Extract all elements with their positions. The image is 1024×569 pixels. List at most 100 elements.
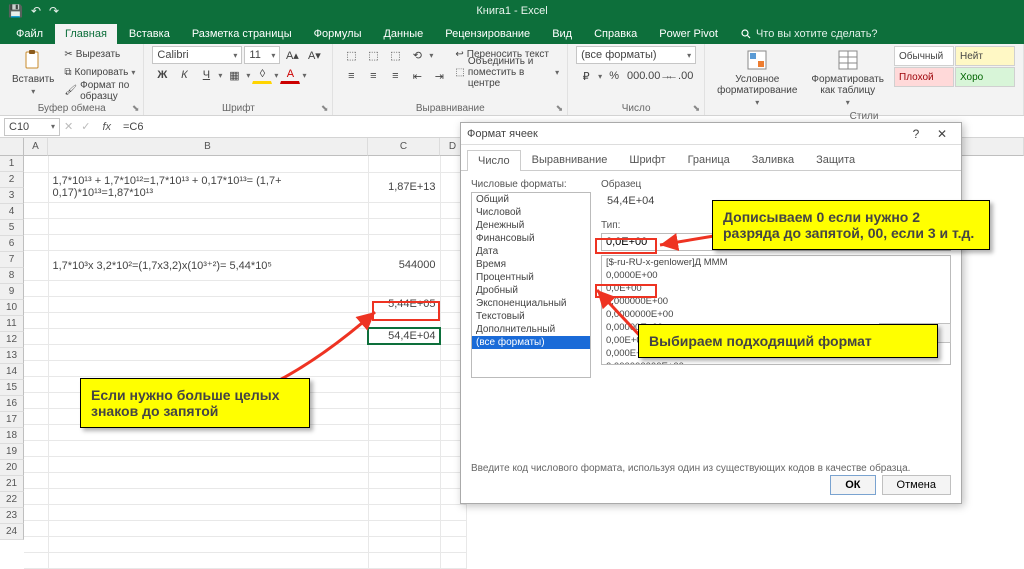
decrease-indent-icon[interactable]: ⇤ <box>407 67 427 85</box>
align-middle-icon[interactable]: ⬚ <box>363 46 383 64</box>
cell-B21[interactable] <box>48 504 368 520</box>
tab-home[interactable]: Главная <box>55 24 117 44</box>
select-all-corner[interactable] <box>0 138 24 156</box>
tab-powerpivot[interactable]: Power Pivot <box>649 24 728 44</box>
dialog-launcher-icon[interactable]: ⬊ <box>132 103 140 114</box>
cell-C24[interactable] <box>368 552 440 568</box>
cell-D24[interactable] <box>440 552 466 568</box>
format-as-table-button[interactable]: Форматировать как таблицу▾ <box>807 46 888 109</box>
help-icon[interactable]: ? <box>903 127 929 141</box>
cell-C21[interactable] <box>368 504 440 520</box>
cell-B5[interactable] <box>48 234 368 250</box>
cell-C11[interactable] <box>368 344 440 360</box>
category-item[interactable]: Финансовый <box>472 232 590 245</box>
cell-B1[interactable] <box>48 156 368 172</box>
cell-A6[interactable] <box>24 250 48 280</box>
cell-C6[interactable]: 544000 <box>368 250 440 280</box>
category-item[interactable]: Дата <box>472 245 590 258</box>
row-header[interactable]: 6 <box>0 236 24 252</box>
row-header[interactable]: 7 <box>0 252 24 268</box>
cell-A12[interactable] <box>24 360 48 376</box>
align-right-icon[interactable]: ≡ <box>385 67 405 85</box>
tab-view[interactable]: Вид <box>542 24 582 44</box>
cell-A15[interactable] <box>24 408 48 424</box>
cell-C10[interactable]: 54,4E+04 <box>368 328 440 344</box>
category-item[interactable]: Процентный <box>472 271 590 284</box>
ok-button[interactable]: ОК <box>830 475 875 495</box>
row-header[interactable]: 20 <box>0 460 24 476</box>
cell-B24[interactable] <box>48 552 368 568</box>
cell-A1[interactable] <box>24 156 48 172</box>
cancel-formula-icon[interactable]: ✕ <box>60 120 77 133</box>
cell-A10[interactable] <box>24 328 48 344</box>
redo-icon[interactable]: ↷ <box>49 4 59 18</box>
tell-me[interactable]: Что вы хотите сделать? <box>730 24 888 44</box>
align-center-icon[interactable]: ≡ <box>363 67 383 85</box>
cell-D22[interactable] <box>440 520 466 536</box>
close-icon[interactable]: ✕ <box>929 127 955 141</box>
cell-style-bad[interactable]: Плохой <box>894 67 954 87</box>
underline-button[interactable]: Ч <box>196 66 216 84</box>
cell-A8[interactable] <box>24 296 48 312</box>
format-code-item[interactable]: 0,0000000E+00 <box>602 308 950 321</box>
cell-B2[interactable]: 1,7*10¹³ + 1,7*10¹²=1,7*10¹³ + 0,17*10¹³… <box>48 172 368 202</box>
format-code-item[interactable]: 0,0000E+00 <box>602 269 950 282</box>
cell-C13[interactable] <box>368 376 440 392</box>
cell-A7[interactable] <box>24 280 48 296</box>
undo-icon[interactable]: ↶ <box>31 4 41 18</box>
cell-style-neutral[interactable]: Нейт <box>955 46 1015 66</box>
cell-style-normal[interactable]: Обычный <box>894 46 954 66</box>
cell-B20[interactable] <box>48 488 368 504</box>
cell-B3[interactable] <box>48 202 368 218</box>
cell-B12[interactable] <box>48 360 368 376</box>
cell-C23[interactable] <box>368 536 440 552</box>
italic-button[interactable]: К <box>174 66 194 84</box>
col-header-B[interactable]: B <box>48 138 368 156</box>
dlg-tab-border[interactable]: Граница <box>677 149 741 170</box>
cell-C4[interactable] <box>368 218 440 234</box>
tab-file[interactable]: Файл <box>6 24 53 44</box>
cell-A19[interactable] <box>24 472 48 488</box>
cell-C22[interactable] <box>368 520 440 536</box>
dlg-tab-fill[interactable]: Заливка <box>741 149 805 170</box>
cell-A14[interactable] <box>24 392 48 408</box>
increase-font-icon[interactable]: A▴ <box>282 46 302 64</box>
fill-color-icon[interactable]: ◊ <box>252 66 272 84</box>
cell-A18[interactable] <box>24 456 48 472</box>
cut-button[interactable]: ✂Вырезать <box>64 46 135 63</box>
align-top-icon[interactable]: ⬚ <box>341 46 361 64</box>
align-left-icon[interactable]: ≡ <box>341 67 361 85</box>
cell-A9[interactable] <box>24 312 48 328</box>
cell-A4[interactable] <box>24 218 48 234</box>
cell-B8[interactable] <box>48 296 368 312</box>
category-item[interactable]: Общий <box>472 193 590 206</box>
row-header[interactable]: 10 <box>0 300 24 316</box>
row-header[interactable]: 2 <box>0 172 24 188</box>
cell-C16[interactable] <box>368 424 440 440</box>
cell-C2[interactable]: 1,87E+13 <box>368 172 440 202</box>
font-size-combo[interactable]: 11▾ <box>244 46 280 64</box>
enter-formula-icon[interactable]: ✓ <box>77 120 94 133</box>
cell-C1[interactable] <box>368 156 440 172</box>
cell-A11[interactable] <box>24 344 48 360</box>
tab-formulas[interactable]: Формулы <box>304 24 372 44</box>
increase-indent-icon[interactable]: ⇥ <box>429 67 449 85</box>
format-painter-button[interactable]: 🖌Формат по образцу <box>64 82 135 99</box>
cell-B7[interactable] <box>48 280 368 296</box>
row-header[interactable]: 15 <box>0 380 24 396</box>
decrease-decimal-icon[interactable]: ←.00 <box>670 67 690 85</box>
copy-button[interactable]: ⧉Копировать▾ <box>64 64 135 81</box>
dialog-launcher-icon[interactable]: ⬊ <box>693 103 701 114</box>
format-code-item[interactable]: 0,000000000E+00 <box>602 360 950 365</box>
cell-D21[interactable] <box>440 504 466 520</box>
cell-A2[interactable] <box>24 172 48 202</box>
cell-C12[interactable] <box>368 360 440 376</box>
dialog-launcher-icon[interactable]: ⬊ <box>321 103 329 114</box>
row-header[interactable]: 16 <box>0 396 24 412</box>
paste-button[interactable]: Вставить▾ <box>8 46 58 98</box>
cell-B23[interactable] <box>48 536 368 552</box>
tab-review[interactable]: Рецензирование <box>435 24 540 44</box>
name-box[interactable]: C10▾ <box>4 118 60 136</box>
font-name-combo[interactable]: Calibri▾ <box>152 46 242 64</box>
cell-style-good[interactable]: Хоро <box>955 67 1015 87</box>
